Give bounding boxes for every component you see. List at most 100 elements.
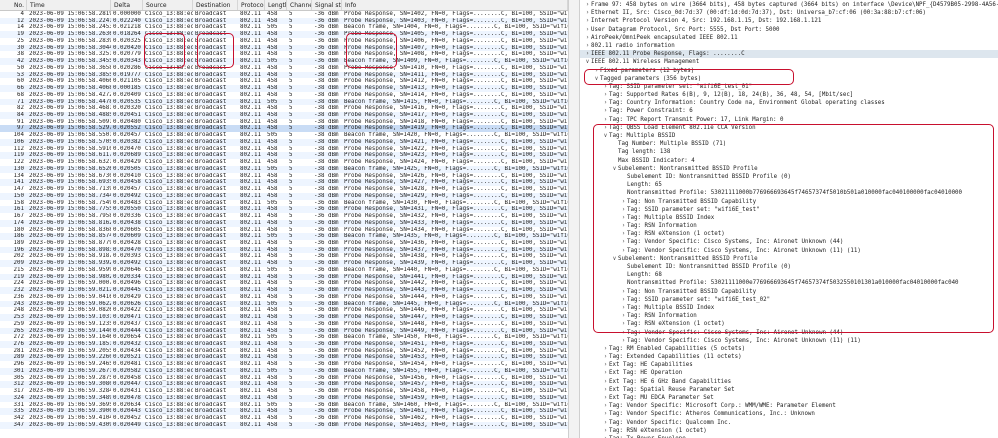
- packet-row[interactable]: 4 2023-06-09 15:06:58.281915 0.000000 Cisco…: [0, 11, 569, 18]
- column-header-time[interactable]: Time: [27, 0, 111, 10]
- chevron-right-icon[interactable]: ›: [602, 124, 609, 132]
- detail-tree-item[interactable]: › Ext Tag: HE Capabilities: [580, 361, 998, 369]
- packet-row[interactable]: 202 2023-06-09 15:06:58.918787 0.020393 Cis…: [0, 253, 568, 260]
- detail-tree-item[interactable]: › AiroPeek/OmniPeek encapsulated IEEE 802…: [580, 34, 998, 42]
- detail-tree-item[interactable]: › Tag: Extended Capabilities (11 octets): [580, 353, 998, 361]
- detail-tree-item[interactable]: › Tag: RSN eXtension (1 octet): [580, 230, 998, 238]
- packet-row[interactable]: 224 2023-06-09 15:06:59.000755 0.020496 Cis…: [0, 280, 568, 287]
- chevron-down-icon[interactable]: ∨: [611, 165, 618, 173]
- packet-row[interactable]: 272 2023-06-09 15:06:59.164683 0.020654 Cis…: [0, 334, 568, 341]
- chevron-right-icon[interactable]: ›: [602, 353, 609, 361]
- chevron-right-icon[interactable]: ›: [602, 402, 609, 410]
- chevron-right-icon[interactable]: ›: [593, 67, 600, 75]
- chevron-right-icon[interactable]: ›: [584, 34, 591, 42]
- column-header-delta[interactable]: Delta: [111, 0, 143, 10]
- chevron-right-icon[interactable]: ›: [620, 206, 627, 214]
- chevron-right-icon[interactable]: ›: [584, 26, 591, 34]
- packet-row[interactable]: 347 2023-06-09 15:06:59.430925 0.020449 Cis…: [0, 421, 568, 429]
- chevron-right-icon[interactable]: ›: [620, 337, 627, 345]
- detail-tree-item[interactable]: › Tag: Vendor Specific: Cisco Systems, In…: [580, 337, 998, 345]
- packet-row[interactable]: 331 2023-06-09 15:06:59.369581 0.020634 Cis…: [0, 402, 568, 409]
- detail-tree-item[interactable]: ∨ Subelement: Nontransmitted BSSID Profil…: [580, 165, 998, 173]
- detail-tree-item[interactable]: › Tag: RSN eXtension (1 octet): [580, 427, 998, 435]
- detail-tree-item[interactable]: › Tag: Vendor Specific: Cisco Systems, In…: [580, 329, 998, 337]
- detail-tree-item[interactable]: ∨ IEEE 802.11 Wireless Management: [580, 58, 998, 66]
- packet-row[interactable]: 317 2023-06-09 15:06:59.328469 0.020431 Cis…: [0, 388, 568, 395]
- chevron-right-icon[interactable]: ›: [602, 91, 609, 99]
- chevron-right-icon[interactable]: ›: [620, 214, 627, 222]
- detail-tree-item[interactable]: › Frame 97: 458 bytes on wire (3664 bits)…: [580, 1, 998, 9]
- packet-row[interactable]: 276 2023-06-09 15:06:59.185115 0.020432 Cis…: [0, 340, 568, 348]
- chevron-right-icon[interactable]: ›: [602, 345, 609, 353]
- packet-row[interactable]: 19 2023-06-09 15:06:58.263657 0.018264 Cisc…: [0, 31, 568, 38]
- chevron-down-icon[interactable]: ∨: [593, 75, 600, 83]
- chevron-right-icon[interactable]: ›: [584, 9, 591, 17]
- packet-row[interactable]: 232 2023-06-09 15:06:59.021200 0.020445 Cis…: [0, 287, 568, 294]
- packet-row[interactable]: 335 2023-06-09 15:06:59.390024 0.020443 Cis…: [0, 408, 568, 416]
- packet-row[interactable]: 60 2023-06-09 15:06:58.406694 0.021105 Cisc…: [0, 78, 568, 85]
- detail-tree-item[interactable]: › Tag: Vendor Specific: Qualcomm Inc.: [580, 419, 998, 427]
- chevron-right-icon[interactable]: ›: [584, 1, 591, 9]
- packet-row[interactable]: 66 2023-06-09 15:06:58.406879 0.000185 Cisc…: [0, 85, 568, 92]
- chevron-right-icon[interactable]: ›: [602, 410, 609, 418]
- packet-row[interactable]: 186 2023-06-09 15:06:58.857496 0.020609 Cis…: [0, 233, 568, 240]
- packet-row[interactable]: 196 2023-06-09 15:06:58.898394 0.020470 Cis…: [0, 246, 568, 254]
- chevron-right-icon[interactable]: ›: [620, 288, 627, 296]
- packet-row[interactable]: 38 2023-06-09 15:06:58.325183 0.020779 Cisc…: [0, 51, 568, 58]
- detail-tree-item[interactable]: › Tag: Supported Rates 6(B), 9, 12(B), 18…: [580, 91, 998, 99]
- detail-tree-item[interactable]: › Tag: SSID parameter set: "wifi6E_test_0…: [580, 83, 998, 91]
- packet-row[interactable]: 174 2023-06-09 15:06:58.816282 0.020438 Cis…: [0, 219, 568, 227]
- packet-row[interactable]: 158 2023-06-09 15:06:58.754958 0.020483 Cis…: [0, 200, 568, 207]
- chevron-right-icon[interactable]: ›: [602, 369, 609, 377]
- packet-row[interactable]: 141 2023-06-09 15:06:58.693526 0.020458 Cis…: [0, 179, 568, 187]
- chevron-right-icon[interactable]: ›: [602, 83, 609, 91]
- packet-row[interactable]: 112 2023-06-09 15:06:58.591035 0.020470 Cis…: [0, 146, 568, 153]
- detail-tree-item[interactable]: › Tag: Power Constraint: 6: [580, 107, 998, 115]
- chevron-right-icon[interactable]: ›: [620, 329, 627, 337]
- column-header-protocol[interactable]: Protocol: [238, 0, 265, 10]
- detail-tree-item[interactable]: › Tag: SSID parameter set: "wifi6E_test": [580, 206, 998, 214]
- packet-row[interactable]: 82 2023-06-09 15:06:58.468143 0.020320 Cisc…: [0, 105, 568, 112]
- detail-tree-item[interactable]: › Ext Tag: HE 6 GHz Band Capabilities: [580, 378, 998, 386]
- column-header-length[interactable]: Lengtl: [265, 0, 287, 10]
- chevron-down-icon[interactable]: ∨: [584, 58, 591, 66]
- detail-tree-item[interactable]: › Ext Tag: HE Operation: [580, 369, 998, 377]
- chevron-right-icon[interactable]: ›: [620, 247, 627, 255]
- packet-row[interactable]: 122 2023-06-09 15:06:58.632153 0.020429 Cis…: [0, 159, 568, 166]
- detail-tree-item[interactable]: › Tag: QBSS Load Element 802.11e CCA Vers…: [580, 124, 998, 132]
- packet-row[interactable]: 312 2023-06-09 15:06:59.308038 0.020447 Cis…: [0, 381, 568, 389]
- detail-tree-item[interactable]: › 802.11 radio information: [580, 42, 998, 50]
- chevron-right-icon[interactable]: ›: [602, 116, 609, 124]
- packet-row[interactable]: 243 2023-06-09 15:06:59.062255 0.020626 Cis…: [0, 300, 568, 308]
- chevron-right-icon[interactable]: ›: [584, 17, 591, 25]
- packet-row[interactable]: 305 2023-06-09 15:06:59.287591 0.020458 Cis…: [0, 375, 568, 382]
- column-header-channel[interactable]: Channel: [287, 0, 312, 10]
- packet-row[interactable]: 150 2023-06-09 15:06:58.734475 0.020492 Cis…: [0, 192, 568, 200]
- detail-tree-item[interactable]: Tag Number: Multiple BSSID (71): [580, 140, 998, 148]
- chevron-right-icon[interactable]: ›: [602, 427, 609, 435]
- chevron-right-icon[interactable]: ›: [584, 50, 591, 58]
- packet-row[interactable]: 30 2023-06-09 15:06:58.304404 0.020420 Cisc…: [0, 44, 568, 52]
- detail-tree-item[interactable]: Subelement ID: Nontransmitted BSSID Prof…: [580, 173, 998, 181]
- detail-tree-item[interactable]: › Tag: TPC Report Transmit Power: 17, Lin…: [580, 116, 998, 124]
- detail-tree-item[interactable]: › Ethernet II, Src: Cisco_0d:7d:37 (00:df…: [580, 9, 998, 17]
- packet-row[interactable]: 104 2023-06-09 15:06:58.550183 0.020457 Cis…: [0, 132, 568, 139]
- packet-row[interactable]: 167 2023-06-09 15:06:58.795844 0.020336 Cis…: [0, 213, 568, 220]
- detail-tree-item[interactable]: › Tag: Country Information: Country Code …: [580, 99, 998, 107]
- packet-row[interactable]: 180 2023-06-09 15:06:58.836887 0.020605 Cis…: [0, 227, 568, 234]
- detail-tree-item[interactable]: › Internet Protocol Version 4, Src: 192.1…: [580, 17, 998, 25]
- detail-tree-item[interactable]: › Tag: RSN Information: [580, 312, 998, 320]
- chevron-down-icon[interactable]: ∨: [611, 255, 618, 263]
- detail-tree-item[interactable]: › Tag: RSN eXtension (1 octet): [580, 320, 998, 328]
- detail-tree-item[interactable]: › Tag: RM Enabled Capabilities (5 octets): [580, 345, 998, 353]
- detail-tree-item[interactable]: Length: 65: [580, 181, 998, 189]
- detail-tree-item[interactable]: Length: 68: [580, 271, 998, 279]
- packet-row[interactable]: 161 2023-06-09 15:06:58.775508 0.020550 Cis…: [0, 206, 568, 214]
- chevron-right-icon[interactable]: ›: [602, 99, 609, 107]
- packet-row[interactable]: 215 2023-06-09 15:06:58.959925 0.020646 Cis…: [0, 267, 568, 274]
- packet-row[interactable]: 296 2023-06-09 15:06:59.246551 0.020481 Cis…: [0, 361, 568, 368]
- packet-row[interactable]: 134 2023-06-09 15:06:58.673068 0.020410 Cis…: [0, 173, 568, 180]
- chevron-right-icon[interactable]: ›: [602, 378, 609, 386]
- packet-row[interactable]: 189 2023-06-09 15:06:58.877924 0.020428 Cis…: [0, 240, 568, 247]
- chevron-down-icon[interactable]: ∨: [602, 132, 609, 140]
